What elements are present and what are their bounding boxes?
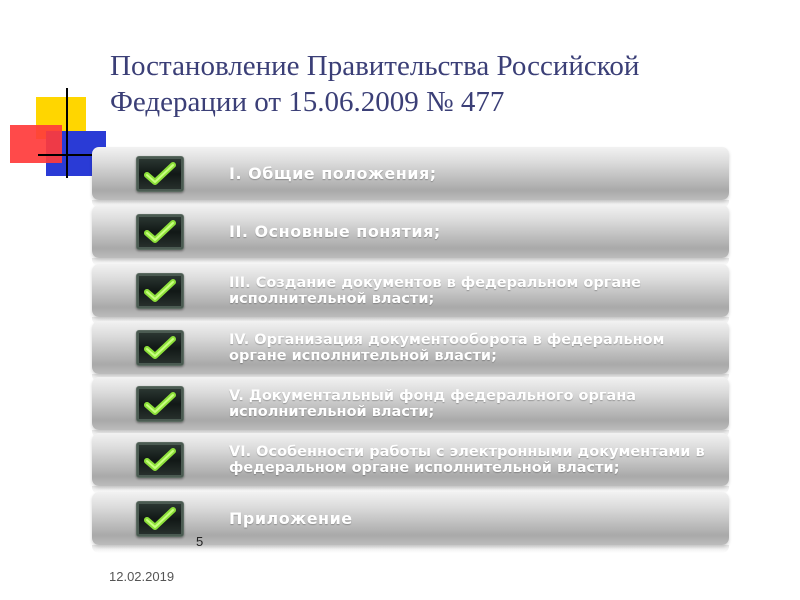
- checkmark-icon: [136, 273, 184, 309]
- item-label: V. Документальный фонд федерального орга…: [229, 387, 637, 420]
- list-item-5[interactable]: V. Документальный фонд федерального орга…: [92, 377, 729, 438]
- item-label: IV. Организация документооборота в федер…: [229, 331, 665, 364]
- checkmark-icon: [136, 330, 184, 366]
- page-number: 5: [196, 534, 204, 549]
- item-label: II. Основные понятия;: [229, 221, 441, 241]
- checkmark-icon: [136, 156, 184, 192]
- item-label: Приложение: [229, 508, 353, 528]
- checkmark-icon: [136, 214, 184, 250]
- page-title: Постановление Правительства Российской Ф…: [110, 48, 770, 120]
- list-item-1[interactable]: I. Общие положения;: [92, 147, 729, 208]
- item-label: III. Создание документов в федеральном о…: [229, 274, 641, 307]
- checkmark-icon: [136, 501, 184, 537]
- list-item-2[interactable]: II. Основные понятия;: [92, 205, 729, 266]
- item-label: I. Общие положения;: [229, 163, 437, 183]
- title-line-2: Федерации от 15.06.2009 № 477: [110, 86, 505, 118]
- checkmark-icon: [136, 386, 184, 422]
- list-item-4[interactable]: IV. Организация документооборота в федер…: [92, 321, 729, 382]
- item-label: VI. Особенности работы с электронными до…: [229, 443, 705, 476]
- title-line-1: Постановление Правительства Российской: [110, 50, 640, 82]
- slide-date: 12.02.2019: [109, 569, 175, 584]
- list-item-3[interactable]: III. Создание документов в федеральном о…: [92, 264, 729, 325]
- checkmark-icon: [136, 442, 184, 478]
- list-item-7[interactable]: Приложение: [92, 492, 729, 553]
- list-item-6[interactable]: VI. Особенности работы с электронными до…: [92, 433, 729, 494]
